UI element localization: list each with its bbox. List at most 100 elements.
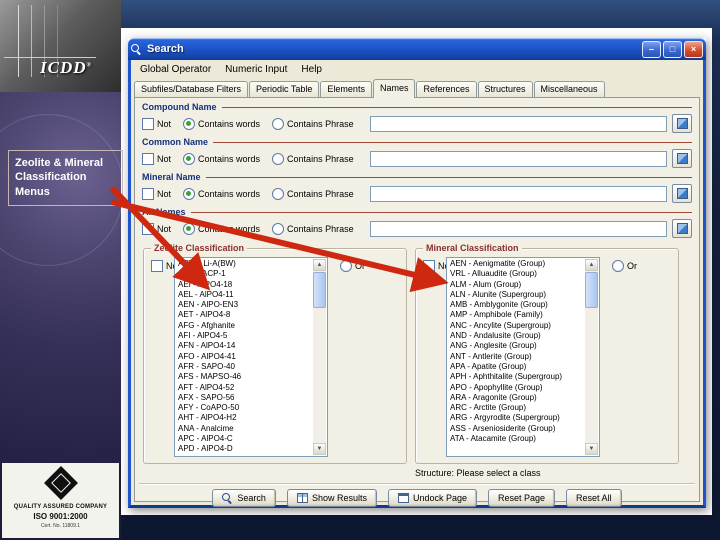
row-action-button[interactable] — [672, 219, 692, 238]
zeolite-list-item[interactable]: ACO - ACP-1 — [176, 269, 312, 279]
zeolite-list-item[interactable]: AFO - AlPO4-41 — [176, 352, 312, 362]
zeolite-list-item[interactable]: ABW - Li-A(BW) — [176, 259, 312, 269]
contains-words-radio[interactable] — [183, 187, 196, 200]
zeolite-list-item[interactable]: AFT - AlPO4-52 — [176, 383, 312, 393]
section-header: Common Name — [142, 136, 692, 148]
mineral-list-item[interactable]: ANG - Anglesite (Group) — [448, 341, 584, 351]
contains-phrase-radio[interactable] — [272, 187, 285, 200]
button-label: Search — [237, 493, 266, 503]
footer-button[interactable]: Reset All — [566, 489, 622, 507]
zeolite-list-item[interactable]: AHT - AlPO4-H2 — [176, 413, 312, 423]
zeolite-list-item[interactable]: APD - AlPO4-D — [176, 444, 312, 454]
mineral-list-item[interactable]: ALM - Alum (Group) — [448, 280, 584, 290]
mineral-scrollbar[interactable]: ▲ ▼ — [585, 259, 598, 455]
tab[interactable]: Elements — [320, 81, 372, 97]
mineral-list-item[interactable]: APO - Apophyllite (Group) — [448, 383, 584, 393]
scroll-down-icon[interactable]: ▼ — [585, 443, 598, 455]
button-label: Undock Page — [412, 493, 468, 503]
zeolite-list-item[interactable]: APC - AlPO4-C — [176, 434, 312, 444]
scrollbar-thumb[interactable] — [313, 272, 326, 308]
name-search-input[interactable] — [369, 220, 667, 237]
not-checkbox[interactable] — [423, 260, 435, 272]
contains-words-radio[interactable] — [183, 117, 196, 130]
mineral-list-item[interactable]: ARA - Aragonite (Group) — [448, 393, 584, 403]
zeolite-list-item[interactable]: AFG - Afghanite — [176, 321, 312, 331]
tab[interactable]: Names — [372, 79, 416, 98]
mineral-list-item[interactable]: ARG - Argyrodite (Supergroup) — [448, 413, 584, 423]
row-action-button[interactable] — [672, 114, 692, 133]
mineral-list-item[interactable]: AEN - Aenigmatite (Group) — [448, 259, 584, 269]
row-action-button[interactable] — [672, 149, 692, 168]
footer-button[interactable]: Show Results — [286, 489, 377, 507]
mineral-list-item[interactable]: APH - Aphthitalite (Supergroup) — [448, 372, 584, 382]
zeolite-list-item[interactable]: AEL - AlPO4-11 — [176, 290, 312, 300]
menu-item[interactable]: Help — [294, 62, 329, 77]
mineral-list-item[interactable]: AND - Andalusite (Group) — [448, 331, 584, 341]
footer-button[interactable]: Reset Page — [488, 489, 556, 507]
zeolite-list-item[interactable]: AFX - SAPO-56 — [176, 393, 312, 403]
minimize-button[interactable]: – — [642, 40, 661, 58]
mineral-list-item[interactable]: AMB - Amblygonite (Group) — [448, 300, 584, 310]
maximize-button[interactable]: □ — [663, 40, 682, 58]
footer-button[interactable]: Search — [212, 489, 276, 507]
tab[interactable]: Subfiles/Database Filters — [134, 81, 249, 97]
not-label: Not — [157, 188, 172, 199]
or-radio[interactable] — [340, 260, 352, 272]
footer-button[interactable]: Undock Page — [387, 489, 478, 507]
contains-phrase-radio[interactable] — [272, 117, 285, 130]
not-checkbox[interactable] — [151, 260, 163, 272]
scroll-up-icon[interactable]: ▲ — [313, 259, 326, 271]
or-radio[interactable] — [612, 260, 624, 272]
zeolite-list-item[interactable]: AFI - AlPO4-5 — [176, 331, 312, 341]
tab[interactable]: Miscellaneous — [533, 81, 605, 97]
contains-phrase-radio[interactable] — [272, 152, 285, 165]
section-controls: Not Contains words Contains Phrase — [142, 183, 692, 204]
zeolite-list-item[interactable]: AFR - SAPO-40 — [176, 362, 312, 372]
mineral-list-item[interactable]: APA - Apatite (Group) — [448, 362, 584, 372]
window-titlebar[interactable]: Search – □ × — [128, 38, 706, 60]
zeolite-list-item[interactable]: ANA - Analcime — [176, 424, 312, 434]
contains-words-radio[interactable] — [183, 222, 196, 235]
not-checkbox[interactable] — [142, 152, 154, 165]
zeolite-scrollbar[interactable]: ▲ ▼ — [313, 259, 326, 455]
not-checkbox[interactable] — [142, 117, 154, 130]
scroll-down-icon[interactable]: ▼ — [313, 443, 326, 455]
mineral-list-item[interactable]: ALN - Alunite (Supergroup) — [448, 290, 584, 300]
name-search-input[interactable] — [369, 115, 667, 132]
tab[interactable]: References — [416, 81, 477, 97]
slide-sidebar: ICDD® QUALITY ASSURED COMPANY ISO 9001:2… — [0, 0, 124, 540]
mineral-list-item[interactable]: ASS - Arseniosiderite (Group) — [448, 424, 584, 434]
name-search-input[interactable] — [369, 185, 667, 202]
menu-item[interactable]: Numeric Input — [218, 62, 294, 77]
mineral-list-item[interactable]: ANT - Antlerite (Group) — [448, 352, 584, 362]
name-search-input[interactable] — [369, 150, 667, 167]
not-checkbox[interactable] — [142, 187, 154, 200]
contains-phrase-label: Contains Phrase — [287, 153, 354, 164]
row-action-button[interactable] — [672, 184, 692, 203]
mineral-list-item[interactable]: AMP - Amphibole (Family) — [448, 310, 584, 320]
tab[interactable]: Periodic Table — [249, 81, 320, 97]
menu-item[interactable]: Global Operator — [133, 62, 218, 77]
zeolite-list-item[interactable]: AET - AlPO4-8 — [176, 310, 312, 320]
zeolite-list: ABW - Li-A(BW) ACO - ACP-1 AEI - AlPO4-18 A… — [176, 259, 312, 455]
zeolite-list-item[interactable]: AEN - AlPO-EN3 — [176, 300, 312, 310]
zeolite-list-item[interactable]: AFY - CoAPO-50 — [176, 403, 312, 413]
not-checkbox[interactable] — [142, 222, 154, 235]
zeolite-list-item[interactable]: AFN - AlPO4-14 — [176, 341, 312, 351]
window-body: Global Operator Numeric Input Help Subfile… — [128, 60, 706, 508]
scroll-up-icon[interactable]: ▲ — [585, 259, 598, 271]
tab[interactable]: Structures — [477, 81, 533, 97]
mineral-list-item[interactable]: ARC - Arctite (Group) — [448, 403, 584, 413]
not-label: Not — [157, 118, 172, 129]
scrollbar-thumb[interactable] — [585, 272, 598, 308]
contains-words-radio[interactable] — [183, 152, 196, 165]
close-button[interactable]: × — [684, 40, 703, 58]
section-title: All Names — [142, 207, 186, 217]
contains-words-label: Contains words — [198, 118, 261, 129]
mineral-list-item[interactable]: ATA - Atacamite (Group) — [448, 434, 584, 444]
zeolite-list-item[interactable]: AEI - AlPO4-18 — [176, 280, 312, 290]
mineral-list-item[interactable]: VRL - Alluaudite (Group) — [448, 269, 584, 279]
mineral-list-item[interactable]: ANC - Ancylite (Supergroup) — [448, 321, 584, 331]
zeolite-list-item[interactable]: AFS - MAPSO-46 — [176, 372, 312, 382]
contains-phrase-radio[interactable] — [272, 222, 285, 235]
